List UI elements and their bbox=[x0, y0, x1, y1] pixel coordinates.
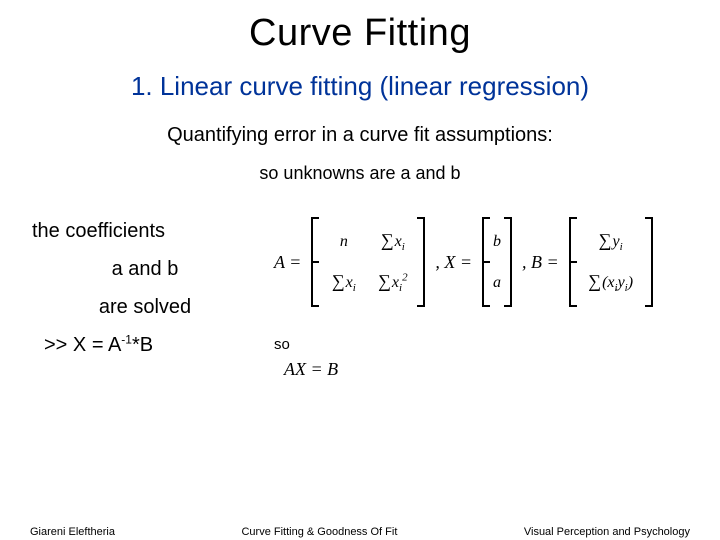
matrix-X: b a bbox=[482, 217, 512, 307]
math-area: A = n xi xi xi2 , X = b a bbox=[270, 202, 690, 380]
matrix-B: yi (xiyi) bbox=[569, 217, 653, 307]
A-r2c2: xi2 bbox=[378, 271, 408, 294]
footer-center: Curve Fitting & Goodness Of Fit bbox=[241, 526, 397, 538]
X-r1: b bbox=[493, 233, 501, 251]
footer-left: Giareni Eleftheria bbox=[30, 526, 115, 538]
assumptions-line: Quantifying error in a curve fit assumpt… bbox=[0, 124, 720, 147]
left-column: the coefficients a and b are solved >> X… bbox=[30, 212, 260, 364]
matrix-equation: AX = B bbox=[284, 359, 338, 379]
coeff-text-2: a and b bbox=[30, 250, 260, 288]
cmd-exponent: -1 bbox=[121, 332, 132, 346]
footer: Giareni Eleftheria Curve Fitting & Goodn… bbox=[0, 526, 720, 538]
label-X: , X = bbox=[431, 252, 476, 273]
matrix-definitions: A = n xi xi xi2 , X = b a bbox=[270, 202, 690, 322]
matlab-command: >> X = A-1*B bbox=[30, 326, 260, 364]
coeff-text-3: are solved bbox=[30, 288, 260, 326]
label-B: , B = bbox=[518, 252, 563, 273]
A-r1c2: xi bbox=[381, 230, 405, 253]
X-r2: a bbox=[493, 274, 501, 292]
label-A: A = bbox=[270, 252, 305, 273]
B-r1: yi bbox=[599, 230, 623, 253]
so-label: so bbox=[274, 336, 690, 353]
slide-title: Curve Fitting bbox=[0, 12, 720, 55]
so-block: so AX = B bbox=[270, 336, 690, 380]
coeff-text-1: the coefficients bbox=[30, 212, 260, 250]
unknowns-line: so unknowns are a and b bbox=[0, 163, 720, 184]
A-r1c1: n bbox=[340, 233, 348, 251]
footer-right: Visual Perception and Psychology bbox=[524, 526, 690, 538]
body-area: the coefficients a and b are solved >> X… bbox=[0, 202, 720, 432]
A-r2c1: xi bbox=[332, 271, 356, 294]
B-r2: (xiyi) bbox=[588, 271, 633, 294]
cmd-suffix: *B bbox=[132, 334, 153, 356]
matrix-A: n xi xi xi2 bbox=[311, 217, 425, 307]
cmd-prefix: >> X = A bbox=[44, 334, 121, 356]
slide-subtitle: 1. Linear curve fitting (linear regressi… bbox=[0, 71, 720, 102]
